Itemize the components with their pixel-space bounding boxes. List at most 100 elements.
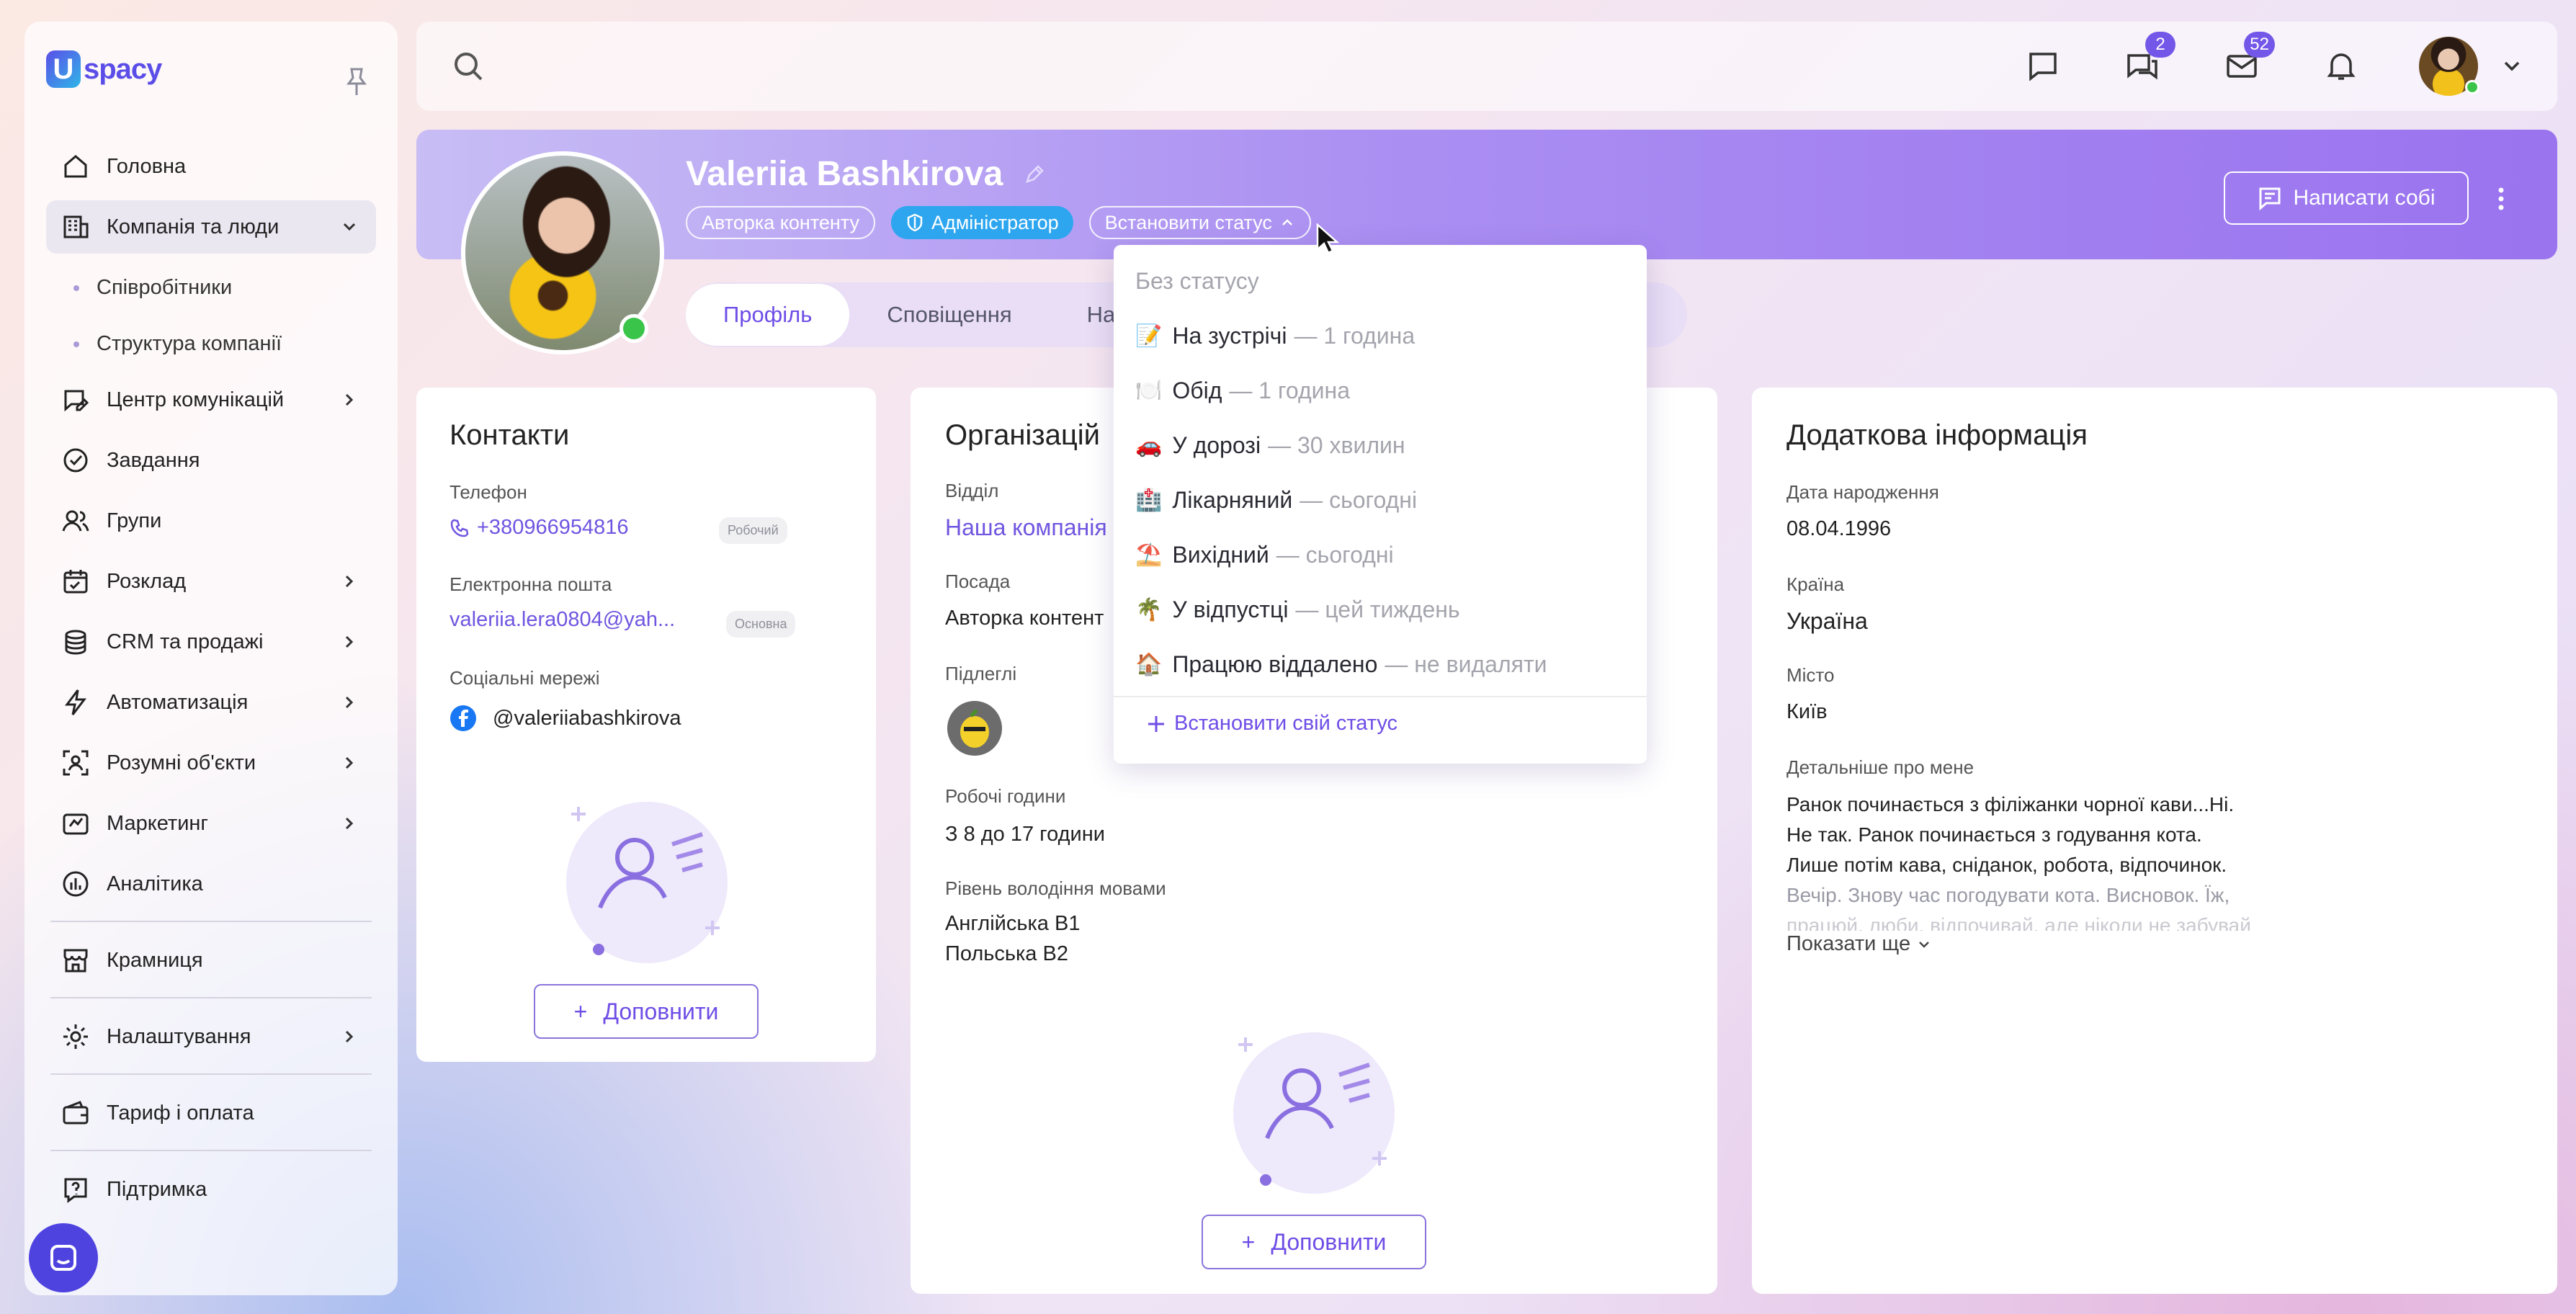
hospital-icon: 🏥: [1135, 488, 1163, 512]
megaphone-icon: [61, 808, 91, 839]
country-value: Україна: [1786, 608, 1868, 634]
hours-label: Робочі години: [945, 785, 1066, 807]
profile-name: Valeriia Bashkirova: [686, 155, 1003, 193]
sidebar-item-company[interactable]: Компанія та люди: [46, 200, 376, 254]
sidebar-item-communications[interactable]: Центр комунікацій: [46, 373, 376, 426]
sidebar-item-label: Компанія та люди: [107, 215, 279, 238]
status-option-duration: — 1 година: [1229, 377, 1351, 403]
divider: [50, 1073, 372, 1075]
email-link[interactable]: valeriia.lera0804@yah...: [450, 608, 675, 632]
online-indicator: [2465, 80, 2479, 94]
country-label: Країна: [1786, 573, 1845, 595]
pin-icon[interactable]: [344, 66, 369, 97]
sidebar-item-automation[interactable]: Автоматизація: [46, 676, 376, 729]
subordinate-avatar[interactable]: [947, 700, 1003, 756]
divider: [50, 1150, 372, 1151]
chevron-down-icon: [1919, 941, 1929, 948]
chevron-right-icon[interactable]: [339, 752, 360, 774]
sidebar-item-schedule[interactable]: Розклад: [46, 555, 376, 608]
chat-icon[interactable]: [2021, 45, 2065, 88]
status-option-sick[interactable]: 🏥 Лікарняний — сьогодні: [1135, 478, 1417, 522]
store-icon: [61, 945, 91, 975]
chevron-right-icon[interactable]: [339, 692, 360, 713]
phone-type-badge: Робочий: [719, 517, 787, 544]
status-option-commuting[interactable]: 🚗 У дорозі — 30 хвилин: [1135, 424, 1405, 467]
support-chat-button[interactable]: [29, 1223, 98, 1292]
status-option-meeting[interactable]: 📝 На зустрічі — 1 година: [1135, 314, 1415, 357]
bell-icon[interactable]: [2320, 45, 2363, 88]
search-icon[interactable]: [451, 49, 486, 84]
status-option-label: Вихідний: [1172, 541, 1269, 568]
chevron-right-icon[interactable]: [339, 1026, 360, 1047]
phone-link[interactable]: +380966954816: [477, 516, 628, 540]
write-self-button[interactable]: Написати собі: [2224, 171, 2469, 225]
sidebar-item-label: Розумні об'єкти: [107, 751, 256, 774]
set-status-button[interactable]: Встановити статус: [1088, 206, 1311, 239]
sidebar-item-groups[interactable]: Групи: [46, 494, 376, 548]
set-custom-status-button[interactable]: Встановити свій статус: [1145, 712, 1397, 736]
status-option-label: Працюю віддалено: [1172, 651, 1378, 677]
wallet-icon: [61, 1098, 91, 1128]
sidebar-item-home[interactable]: Головна: [46, 140, 376, 193]
status-option-lunch[interactable]: 🍽️ Обід — 1 година: [1135, 369, 1350, 412]
edit-icon[interactable]: [1023, 163, 1046, 186]
tab-profile[interactable]: Профіль: [686, 284, 850, 346]
sidebar-item-store[interactable]: Крамниця: [46, 934, 376, 987]
sidebar-nav: Головна Компанія та люди Співробітники С…: [46, 140, 376, 1223]
status-option-vacation[interactable]: 🌴 У відпустці — цей тиждень: [1135, 588, 1460, 631]
chart-pie-icon: [61, 869, 91, 899]
sidebar-item-tasks[interactable]: Завдання: [46, 434, 376, 487]
chevron-down-icon[interactable]: [339, 216, 360, 238]
set-status-label: Встановити статус: [1104, 211, 1272, 233]
sidebar-item-label: Центр комунікацій: [107, 388, 285, 411]
chevron-right-icon[interactable]: [339, 389, 360, 411]
chevron-right-icon[interactable]: [339, 571, 360, 592]
logo[interactable]: U spacy: [46, 46, 162, 92]
sidebar-item-billing[interactable]: Тариф і оплата: [46, 1086, 376, 1140]
chat-edit-icon: [61, 385, 91, 415]
facebook-handle[interactable]: @valeriiabashkirova: [493, 707, 681, 730]
sidebar-item-support[interactable]: Підтримка: [46, 1163, 376, 1216]
sidebar-item-analytics[interactable]: Аналітика: [46, 857, 376, 911]
tab-notifications[interactable]: Сповіщення: [849, 284, 1049, 346]
messages-icon[interactable]: 2: [2121, 32, 2175, 88]
department-label: Відділ: [945, 480, 999, 501]
sidebar-item-company-structure[interactable]: Структура компанії: [46, 317, 376, 370]
fill-label: Доповнити: [1271, 1228, 1387, 1255]
status-option-label: На зустрічі: [1172, 322, 1287, 349]
chevron-right-icon[interactable]: [339, 631, 360, 653]
chevron-right-icon[interactable]: [339, 813, 360, 834]
empty-profile-illustration: [1233, 1032, 1395, 1194]
department-link[interactable]: Наша компанія: [945, 514, 1107, 541]
sidebar-item-marketing[interactable]: Маркетинг: [46, 797, 376, 850]
hours-value: З 8 до 17 години: [945, 823, 1105, 846]
gear-icon: [61, 1022, 91, 1052]
chevron-down-icon[interactable]: [2500, 45, 2524, 88]
sidebar-item-crm[interactable]: CRM та продажі: [46, 615, 376, 669]
plate-icon: 🍽️: [1135, 378, 1163, 403]
plus-icon: +: [1241, 1228, 1256, 1255]
chevron-up-icon: [1282, 219, 1292, 225]
status-option-none[interactable]: Без статусу: [1135, 259, 1259, 303]
status-option-remote[interactable]: 🏠 Працюю віддалено — не видаляти: [1135, 643, 1547, 686]
sidebar-item-employees[interactable]: Співробітники: [46, 261, 376, 314]
fill-organization-button[interactable]: + Доповнити: [1202, 1215, 1426, 1269]
contacts-card: Контакти Телефон +380966954816 Робочий Е…: [416, 388, 876, 1062]
empty-profile-illustration: [566, 802, 728, 963]
mouse-cursor-icon: [1316, 223, 1340, 254]
sidebar-item-label: Автоматизація: [107, 690, 249, 714]
building-icon: [61, 212, 91, 242]
sidebar-item-smart-objects[interactable]: Розумні об'єкти: [46, 736, 376, 790]
fill-contacts-button[interactable]: + Доповнити: [534, 984, 759, 1039]
more-options-icon[interactable]: [2492, 184, 2510, 213]
palm-tree-icon: 🌴: [1135, 597, 1163, 622]
language-label: Рівень володіння мовами: [945, 877, 1166, 899]
sidebar-item-settings[interactable]: Налаштування: [46, 1010, 376, 1063]
phone-label: Телефон: [450, 481, 527, 503]
shield-icon: [907, 213, 923, 232]
status-option-day-off[interactable]: ⛱️ Вихідний — сьогодні: [1135, 533, 1394, 576]
mail-icon[interactable]: 52: [2220, 32, 2275, 88]
logo-text: spacy: [84, 53, 162, 85]
show-more-button[interactable]: Показати ще: [1786, 932, 1932, 956]
avatar[interactable]: [2419, 37, 2479, 96]
